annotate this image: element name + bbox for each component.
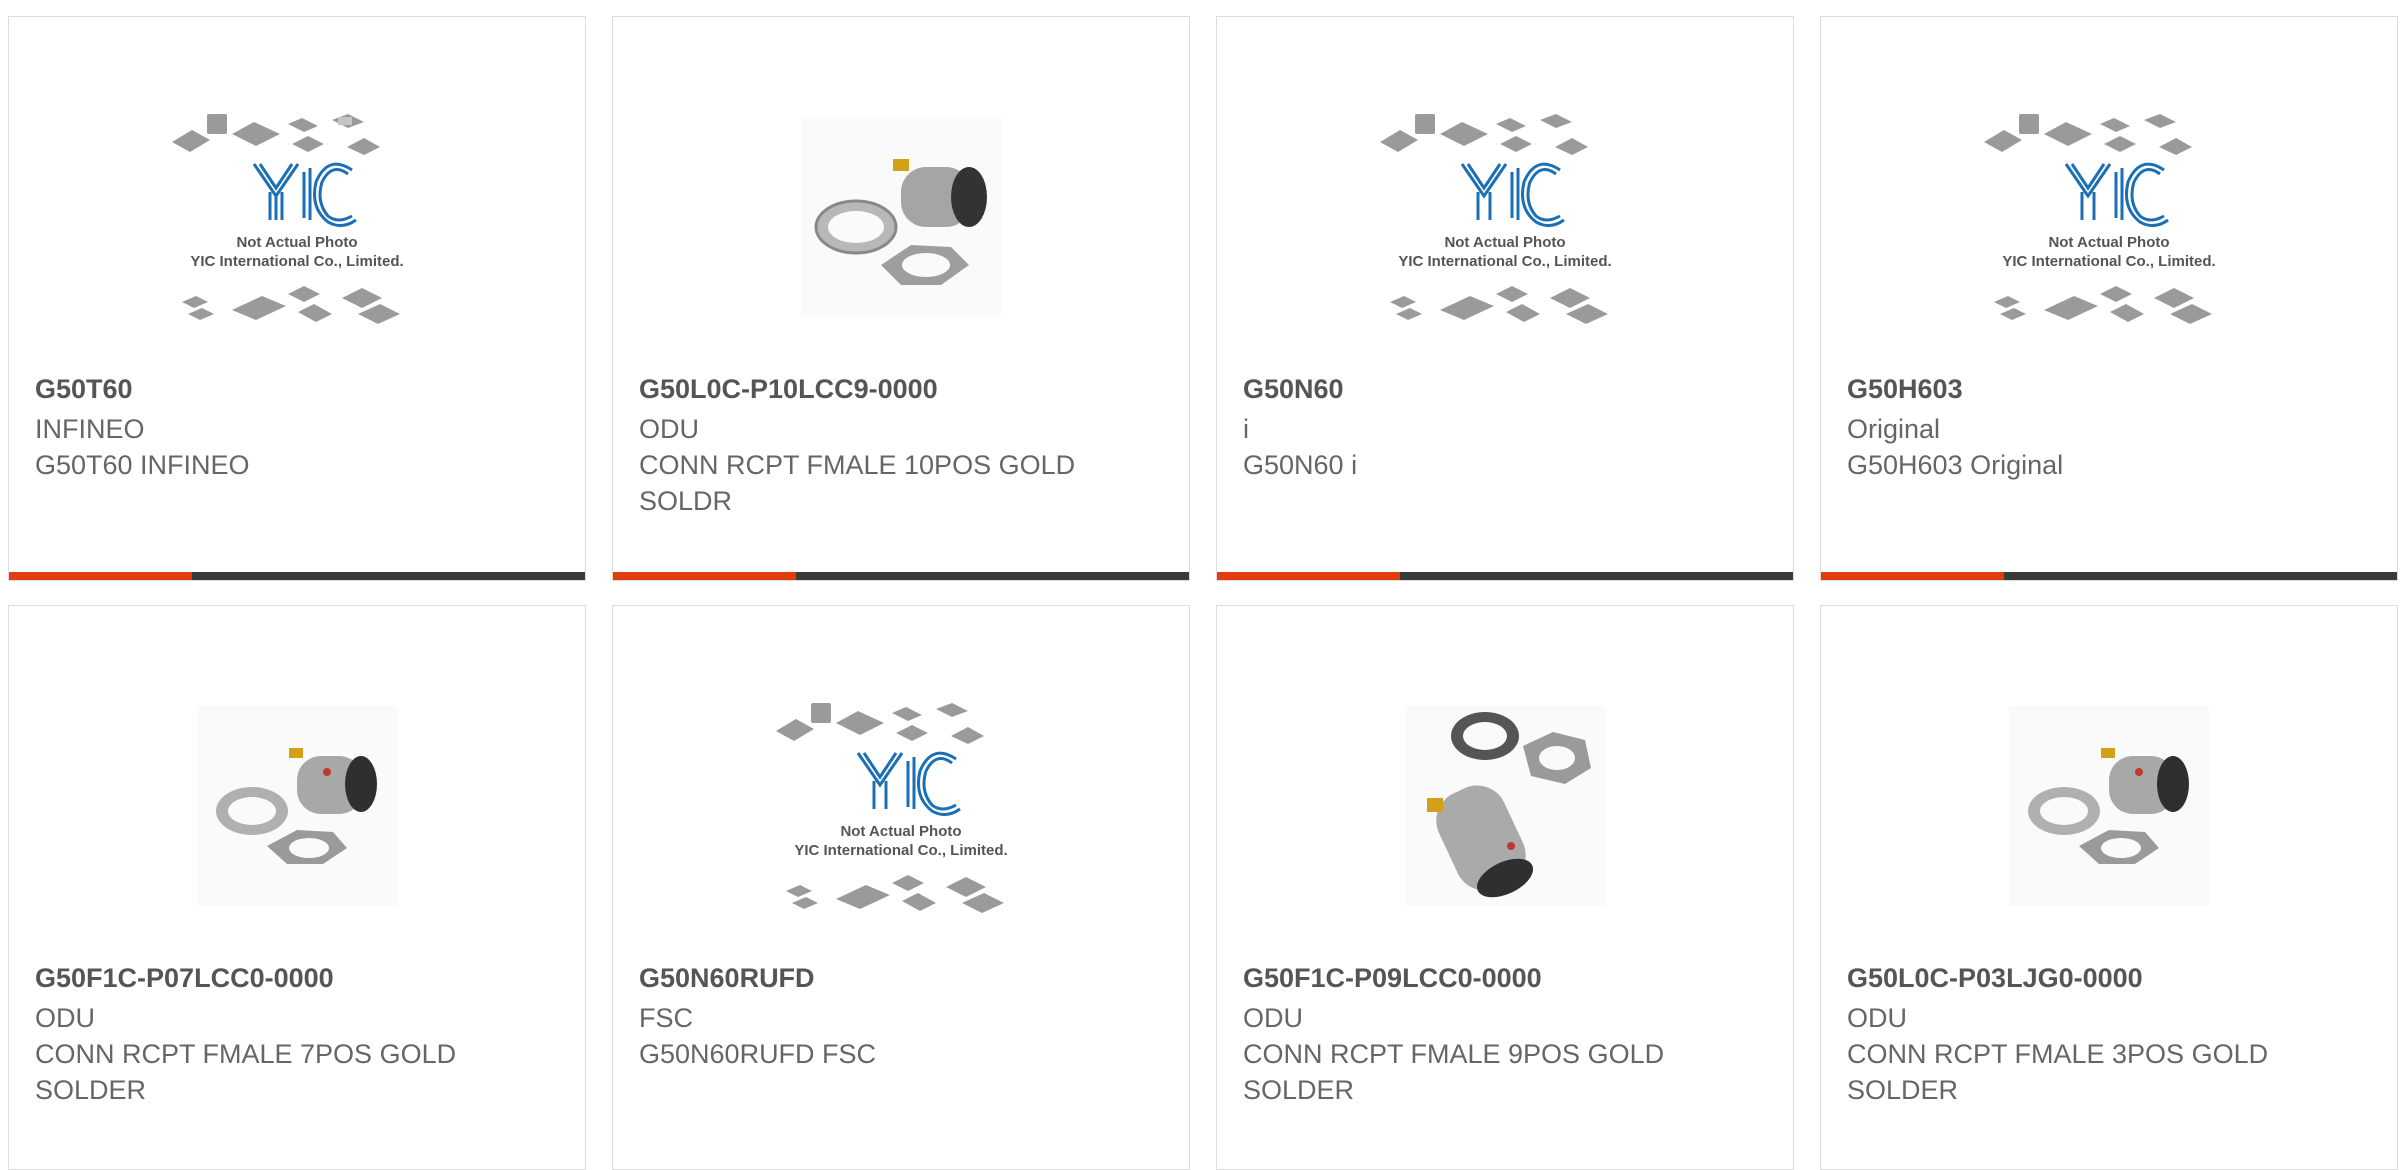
card-bar-accent (1821, 572, 2004, 580)
description: CONN RCPT FMALE 7POS GOLD SOLDER (35, 1039, 457, 1105)
placeholder-line1: Not Actual Photo (1444, 234, 1565, 251)
product-card[interactable]: G50F1C-P09LCC0-0000 ODU CONN RCPT FMALE … (1216, 605, 1794, 1170)
description: G50N60RUFD FSC (639, 1039, 877, 1069)
manufacturer: ODU (35, 1003, 95, 1033)
part-number[interactable]: G50H603 (1847, 374, 1963, 405)
part-number[interactable]: G50T60 (35, 374, 133, 405)
connector-photo-image (801, 117, 1001, 317)
description: G50N60 i (1243, 450, 1358, 480)
placeholder-logo-image: Not Actual Photo YIC International Co., … (172, 114, 404, 324)
card-bar (1821, 572, 2397, 580)
description: G50H603 Original (1847, 450, 2064, 480)
description: CONN RCPT FMALE 3POS GOLD SOLDER (1847, 1039, 2269, 1105)
manufacturer: i (1243, 414, 1249, 444)
product-card[interactable]: Not Actual Photo YIC International Co., … (1216, 16, 1794, 581)
placeholder-line1: Not Actual Photo (2048, 234, 2169, 251)
manufacturer: FSC (639, 1003, 693, 1033)
manufacturer: ODU (1243, 1003, 1303, 1033)
placeholder-line1: Not Actual Photo (840, 823, 961, 840)
part-number[interactable]: G50F1C-P09LCC0-0000 (1243, 963, 1542, 994)
card-bar (613, 572, 1189, 580)
manufacturer: INFINEO (35, 414, 145, 444)
part-number[interactable]: G50L0C-P10LCC9-0000 (639, 374, 938, 405)
placeholder-line2: YIC International Co., Limited. (2002, 253, 2215, 270)
placeholder-logo-image: Not Actual Photo YIC International Co., … (776, 703, 1008, 913)
connector-photo-image (197, 706, 397, 906)
product-card[interactable]: Not Actual Photo YIC International Co., … (1820, 16, 2398, 581)
description: CONN RCPT FMALE 10POS GOLD SOLDR (639, 450, 1076, 516)
placeholder-line2: YIC International Co., Limited. (794, 842, 1007, 859)
product-card[interactable]: G50L0C-P03LJG0-0000 ODU CONN RCPT FMALE … (1820, 605, 2398, 1170)
product-image[interactable]: Not Actual Photo YIC International Co., … (1217, 67, 1793, 367)
description: CONN RCPT FMALE 9POS GOLD SOLDER (1243, 1039, 1665, 1105)
product-image[interactable] (1217, 656, 1793, 956)
part-number[interactable]: G50N60 (1243, 374, 1344, 405)
part-number[interactable]: G50L0C-P03LJG0-0000 (1847, 963, 2143, 994)
placeholder-logo-image: Not Actual Photo YIC International Co., … (1380, 114, 1612, 324)
product-image[interactable] (9, 656, 585, 956)
card-bar (9, 572, 585, 580)
product-image[interactable]: Not Actual Photo YIC International Co., … (613, 656, 1189, 956)
card-bar (1217, 572, 1793, 580)
connector-photo-image (1405, 706, 1605, 906)
product-card[interactable]: G50L0C-P10LCC9-0000 ODU CONN RCPT FMALE … (612, 16, 1190, 581)
product-card[interactable]: Not Actual Photo YIC International Co., … (612, 605, 1190, 1170)
card-bar-accent (1217, 572, 1400, 580)
card-bar-accent (613, 572, 796, 580)
part-number[interactable]: G50F1C-P07LCC0-0000 (35, 963, 334, 994)
product-card[interactable]: G50F1C-P07LCC0-0000 ODU CONN RCPT FMALE … (8, 605, 586, 1170)
placeholder-line1: Not Actual Photo (236, 234, 357, 251)
product-card[interactable]: Not Actual Photo YIC International Co., … (8, 16, 586, 581)
product-image[interactable]: Not Actual Photo YIC International Co., … (1821, 67, 2397, 367)
card-bar-accent (9, 572, 192, 580)
manufacturer: Original (1847, 414, 1941, 444)
product-image[interactable] (1821, 656, 2397, 956)
placeholder-line2: YIC International Co., Limited. (190, 253, 403, 270)
description: G50T60 INFINEO (35, 450, 250, 480)
part-number[interactable]: G50N60RUFD (639, 963, 815, 994)
product-image[interactable]: Not Actual Photo YIC International Co., … (9, 67, 585, 367)
manufacturer: ODU (1847, 1003, 1907, 1033)
manufacturer: ODU (639, 414, 699, 444)
placeholder-line2: YIC International Co., Limited. (1398, 253, 1611, 270)
connector-photo-image (2009, 706, 2209, 906)
placeholder-logo-image: Not Actual Photo YIC International Co., … (1984, 114, 2216, 324)
product-image[interactable] (613, 67, 1189, 367)
